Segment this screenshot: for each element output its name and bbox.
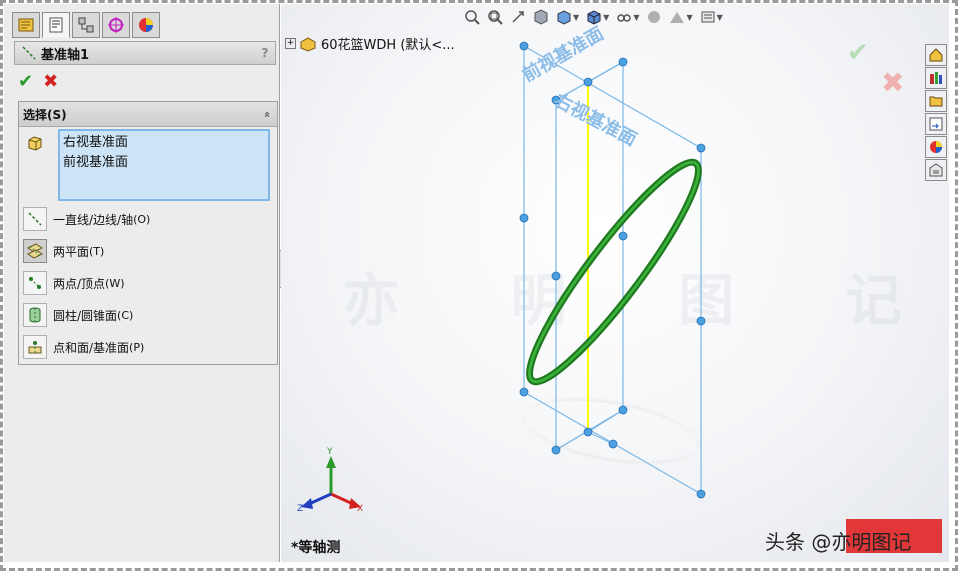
option-two-points[interactable]: 两点/顶点 (W)	[23, 270, 273, 296]
display-manager-tab[interactable]	[132, 12, 160, 38]
two-points-button[interactable]	[23, 271, 47, 295]
triad-x-label: X	[357, 504, 363, 514]
cancel-button[interactable]: ✖	[43, 71, 58, 92]
property-manager-tab[interactable]	[42, 12, 70, 38]
option-shortcut: (W)	[105, 276, 125, 290]
cylinder-icon	[29, 307, 41, 323]
line-edge-axis-button[interactable]	[23, 207, 47, 231]
two-points-icon	[29, 277, 41, 289]
reference-axis-icon	[22, 46, 36, 60]
point-face-icon	[28, 341, 42, 354]
ok-cancel-bar: ✔ ✖	[18, 71, 58, 92]
option-label: 一直线/边线/轴	[53, 212, 134, 227]
help-button[interactable]: ?	[255, 46, 275, 60]
feature-manager-icon	[18, 18, 34, 32]
page-title: 基准轴1	[41, 47, 90, 63]
dimxpert-tab[interactable]	[102, 12, 130, 38]
cylinder-cone-button[interactable]	[23, 303, 47, 327]
dimxpert-icon	[108, 17, 124, 33]
triad-y-label: Y	[326, 447, 333, 457]
triad-z-label: Z	[297, 504, 303, 514]
option-point-face[interactable]: 点和面/基准面 (P)	[23, 334, 273, 360]
line-axis-icon	[28, 212, 42, 226]
coordinate-triad: Y X Z	[297, 447, 363, 514]
option-shortcut: (O)	[133, 212, 151, 226]
plane-handles[interactable]	[519, 41, 706, 499]
model-scene: 前视基准面 右视基准面 Y X Z	[297, 22, 716, 514]
ring-highlight	[528, 161, 700, 383]
property-manager-icon	[49, 17, 63, 33]
view-orientation-label: *等轴测	[291, 540, 341, 556]
selection-group-title: 选择(S)	[23, 107, 67, 122]
face-selection-icon	[28, 136, 42, 151]
property-manager-header: 基准轴1 ?	[14, 41, 276, 65]
brand-text: 头条 @亦明图记	[765, 530, 912, 554]
option-shortcut: (C)	[117, 308, 134, 322]
point-face-button[interactable]	[23, 335, 47, 359]
selection-list-item[interactable]: 右视基准面	[63, 133, 265, 153]
front-plane-label: 前视基准面	[519, 22, 608, 86]
option-shortcut: (P)	[129, 340, 145, 354]
selection-group-header[interactable]: 选择(S) «	[19, 102, 277, 127]
option-line-edge-axis[interactable]: 一直线/边线/轴 (O)	[23, 206, 273, 232]
option-cylinder-cone[interactable]: 圆柱/圆锥面 (C)	[23, 302, 273, 328]
selection-list[interactable]: 右视基准面 前视基准面	[58, 129, 270, 201]
two-planes-icon	[27, 243, 43, 259]
configuration-manager-tab[interactable]	[72, 12, 100, 38]
two-planes-button[interactable]	[23, 239, 47, 263]
ring-shadow	[515, 390, 707, 472]
selection-list-item[interactable]: 前视基准面	[63, 153, 265, 173]
option-label: 两点/顶点	[53, 276, 106, 291]
option-label: 圆柱/圆锥面	[53, 308, 118, 323]
collapse-icon[interactable]: «	[261, 111, 274, 118]
property-manager-panel: 基准轴1 ? ✔ ✖ 选择(S) « 右视基准面 前视基准面 一直线/边线/轴(…	[4, 4, 280, 562]
display-manager-icon	[139, 18, 153, 32]
option-two-planes[interactable]: 两平面 (T)	[23, 238, 273, 264]
option-label: 两平面	[53, 244, 90, 259]
right-plane-label: 右视基准面	[551, 89, 641, 151]
configuration-manager-icon	[78, 17, 94, 33]
selection-group: 选择(S) « 右视基准面 前视基准面 一直线/边线/轴 (O) 两平面 (T) 两…	[18, 101, 278, 365]
option-label: 点和面/基准面	[53, 340, 130, 355]
graphics-viewport[interactable]: 亦 明 图 记 ▼ ▼ ▼ ▼ ▼ + 60花篮WDH (默认<... ✔ ✖	[281, 4, 949, 562]
ring-body[interactable]	[511, 148, 716, 397]
feature-manager-tab[interactable]	[12, 12, 40, 38]
option-shortcut: (T)	[89, 244, 105, 258]
ok-button[interactable]: ✔	[18, 71, 33, 92]
manager-tabs	[12, 12, 160, 38]
brand-watermark: 头条 @亦明图记	[765, 526, 911, 555]
front-plane[interactable]	[523, 44, 702, 496]
